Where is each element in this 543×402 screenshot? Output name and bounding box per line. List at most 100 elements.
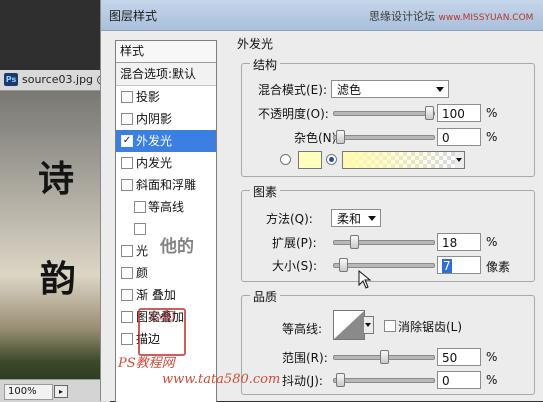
chevron-down-icon	[368, 216, 376, 221]
styles-header[interactable]: 样式	[116, 41, 216, 63]
style-item-label: 内阴影	[136, 112, 173, 126]
document-tab-bar: Ps source03.jpg @	[0, 70, 110, 91]
opacity-label: 不透明度(O):	[258, 107, 329, 121]
technique-value: 柔和	[337, 212, 362, 226]
style-checkbox[interactable]	[121, 91, 133, 103]
jitter-slider-thumb[interactable]	[336, 373, 345, 387]
url-watermark: www.tata580.com	[162, 372, 281, 387]
contour-dropdown-arrow-icon[interactable]	[364, 316, 374, 334]
style-checkbox[interactable]	[121, 333, 133, 345]
size-slider-thumb[interactable]	[339, 258, 348, 272]
quality-title: 品质	[250, 288, 281, 305]
style-checkbox[interactable]	[121, 311, 133, 323]
style-item-label: 外发光	[136, 134, 173, 148]
dialog-title: 图层样式	[109, 9, 158, 23]
blend-mode-dropdown[interactable]: 滤色	[331, 80, 449, 98]
style-checkbox[interactable]: ✓	[121, 135, 133, 147]
style-item-label: 光	[136, 244, 149, 258]
opacity-slider-thumb[interactable]	[425, 106, 434, 120]
opacity-slider[interactable]	[333, 106, 435, 120]
range-input[interactable]: 50	[437, 348, 481, 366]
technique-label: 方法(Q):	[266, 212, 313, 226]
style-item[interactable]: 颜	[116, 262, 216, 284]
spread-slider-thumb[interactable]	[350, 235, 359, 249]
style-item-label: 内发光	[136, 156, 173, 170]
opacity-input[interactable]: 100	[437, 104, 481, 122]
chevron-down-icon	[436, 87, 444, 92]
watermark-url: www.MISSYUAN.COM	[438, 13, 534, 23]
site-watermark: 思缘设计论坛 www.MISSYUAN.COM	[369, 8, 533, 24]
antialias-checkbox[interactable]	[384, 320, 396, 332]
zoom-field[interactable]: 100%	[4, 384, 53, 400]
structure-title: 结构	[250, 56, 281, 73]
photoshop-logo-icon: Ps	[4, 73, 18, 86]
style-checkbox[interactable]	[121, 157, 133, 169]
navigator-icon[interactable]: ▸	[54, 385, 68, 398]
elements-group: 图素 方法(Q): 柔和 扩展(P): 18 % 大小(S): 7 像素	[241, 183, 535, 282]
style-checkbox[interactable]	[121, 113, 133, 125]
range-slider[interactable]	[333, 350, 435, 364]
style-item-label: 等高线	[148, 200, 185, 214]
jitter-slider[interactable]	[333, 373, 435, 387]
noise-unit: %	[486, 130, 498, 144]
document-tab[interactable]: source03.jpg @	[22, 73, 108, 86]
size-slider[interactable]	[333, 258, 435, 272]
style-item[interactable]: ✓ 外发光	[116, 130, 216, 152]
style-checkbox[interactable]	[134, 201, 146, 213]
range-slider-thumb[interactable]	[380, 350, 389, 364]
style-item[interactable]: 投影	[116, 86, 216, 108]
contour-picker[interactable]	[333, 310, 365, 340]
mouse-cursor-icon	[358, 270, 372, 289]
glow-color-swatch[interactable]	[298, 151, 322, 169]
noise-input[interactable]: 0	[437, 128, 481, 146]
style-checkbox[interactable]	[121, 289, 133, 301]
noise-slider-thumb[interactable]	[336, 130, 345, 144]
dialog-titlebar[interactable]: 图层样式 思缘设计论坛 www.MISSYUAN.COM	[101, 0, 543, 31]
style-item[interactable]: 斜面和浮雕	[116, 174, 216, 196]
poem-char-2: 韵	[40, 258, 77, 300]
technique-dropdown[interactable]: 柔和	[331, 209, 381, 227]
style-checkbox[interactable]	[121, 245, 133, 257]
noise-slider[interactable]	[333, 130, 435, 144]
spread-input[interactable]: 18	[437, 233, 481, 251]
glow-gradient-picker[interactable]	[342, 151, 456, 169]
seal-stamp: 心和	[138, 308, 186, 356]
solid-color-radio[interactable]	[280, 154, 291, 165]
gradient-radio[interactable]	[326, 154, 337, 165]
contour-label: 等高线:	[282, 322, 323, 336]
style-checkbox[interactable]	[134, 223, 146, 235]
style-item[interactable]: 内发光	[116, 152, 216, 174]
range-unit: %	[486, 350, 498, 364]
document-canvas	[0, 70, 110, 401]
jitter-unit: %	[486, 373, 498, 387]
style-item-label: 颜	[136, 266, 149, 280]
section-title: 外发光	[237, 37, 274, 51]
size-label: 大小(S):	[272, 259, 318, 273]
spread-label: 扩展(P):	[272, 236, 317, 250]
range-label: 范围(R):	[282, 351, 328, 365]
signature-overlay: 他的	[160, 237, 194, 257]
blending-options-item[interactable]: 混合选项:默认	[116, 63, 216, 86]
blend-mode-value: 滤色	[337, 83, 362, 97]
size-input[interactable]: 7	[437, 256, 481, 274]
size-unit: 像素	[486, 260, 511, 274]
gradient-dropdown-arrow-icon[interactable]	[455, 151, 465, 169]
jitter-input[interactable]: 0	[437, 371, 481, 389]
quality-group: 品质 等高线: 消除锯齿(L) 范围(R): 50 % 抖动(J): 0 %	[241, 288, 535, 395]
style-item-label: 渐 叠加	[136, 288, 176, 302]
ps-watermark: PS教程网	[118, 356, 175, 371]
style-checkbox[interactable]	[121, 267, 133, 279]
elements-title: 图素	[250, 183, 281, 200]
poem-char-1: 诗	[38, 158, 75, 200]
opacity-unit: %	[486, 106, 498, 120]
structure-group: 结构 混合模式(E): 滤色 不透明度(O): 100 % 杂色(N): 0 %	[241, 56, 535, 177]
status-bar: 100% ▸	[0, 379, 110, 402]
spread-slider[interactable]	[333, 235, 435, 249]
style-item[interactable]: 等高线	[116, 196, 216, 218]
style-item[interactable]: 渐 叠加	[116, 284, 216, 306]
style-item[interactable]: 内阴影	[116, 108, 216, 130]
style-item-label: 投影	[136, 90, 161, 104]
watermark-site: 思缘设计论坛	[369, 10, 435, 23]
jitter-label: 抖动(J):	[282, 374, 323, 388]
style-checkbox[interactable]	[121, 179, 133, 191]
